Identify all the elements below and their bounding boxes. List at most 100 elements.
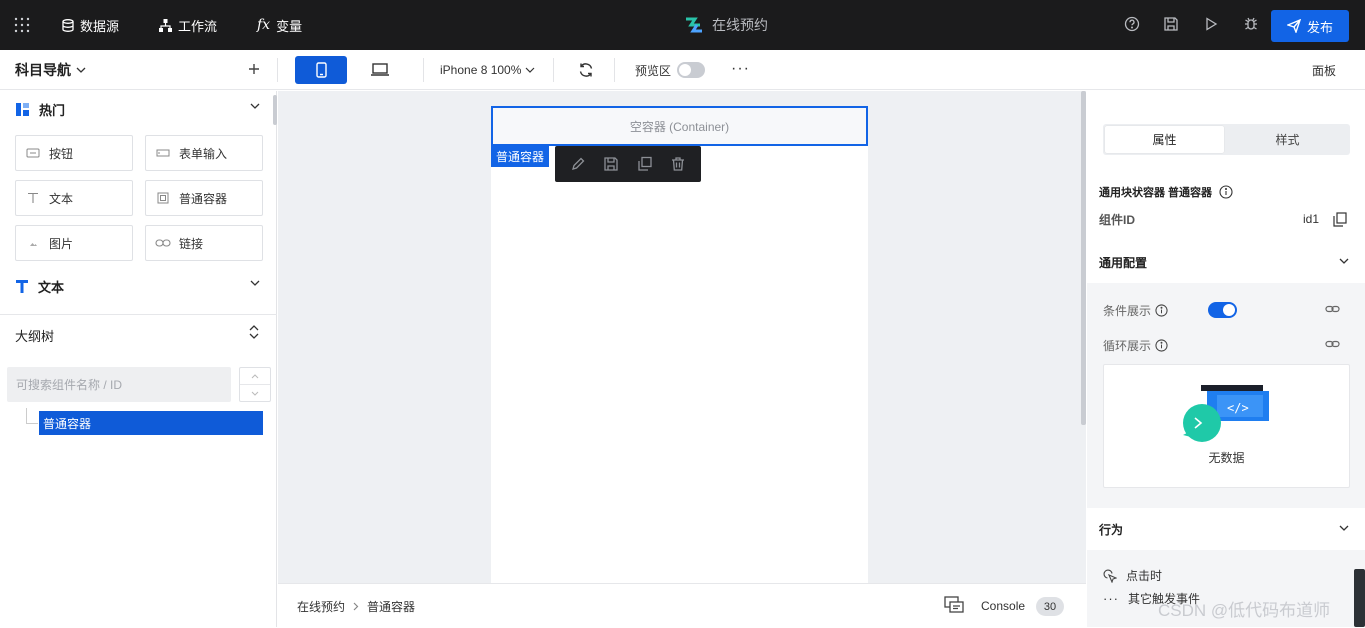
component-image[interactable]: 图片 bbox=[15, 225, 133, 261]
expand-collapse-icon[interactable] bbox=[249, 325, 259, 339]
variables-button[interactable]: fx 变量 bbox=[257, 0, 302, 50]
csdn-watermark: CSDN @低代码布道师 bbox=[1158, 601, 1331, 620]
text-icon bbox=[25, 190, 41, 206]
component-id-value: id1 bbox=[1303, 212, 1320, 226]
component-action-bar bbox=[555, 146, 701, 182]
toolbar-divider bbox=[423, 58, 424, 82]
preview-label: 预览区 bbox=[635, 63, 672, 78]
svg-text:</>: </> bbox=[1227, 401, 1249, 415]
app-title-text: 在线预约 bbox=[712, 17, 768, 33]
section-hot-header[interactable]: 热门 bbox=[0, 91, 276, 127]
click-icon bbox=[1103, 569, 1117, 583]
link-icon bbox=[155, 235, 171, 251]
function-icon: fx bbox=[257, 17, 271, 33]
chevron-right-icon bbox=[353, 602, 359, 611]
hot-icon bbox=[16, 102, 29, 116]
component-button[interactable]: 按钮 bbox=[15, 135, 133, 171]
breadcrumb-current[interactable]: 普通容器 bbox=[367, 598, 415, 615]
console-label[interactable]: Console bbox=[981, 584, 1025, 628]
event-on-click[interactable]: 点击时 bbox=[1103, 567, 1162, 584]
workflow-icon bbox=[159, 18, 172, 32]
info-icon[interactable] bbox=[1219, 185, 1233, 199]
component-label: 普通容器 bbox=[179, 191, 228, 206]
tab-properties[interactable]: 属性 bbox=[1105, 126, 1224, 153]
canvas-scrollbar[interactable] bbox=[1081, 91, 1086, 425]
left-sidebar bbox=[0, 91, 277, 627]
save-icon[interactable] bbox=[1163, 16, 1179, 32]
send-icon bbox=[1286, 19, 1301, 33]
bind-link-icon[interactable] bbox=[1325, 339, 1340, 349]
component-id-label: 组件ID bbox=[1099, 213, 1136, 227]
info-icon[interactable] bbox=[1155, 304, 1168, 317]
device-select[interactable]: iPhone 8 100% bbox=[440, 50, 535, 90]
panel-tabs: 属性 样式 bbox=[1103, 124, 1350, 155]
chevron-down-icon bbox=[250, 280, 260, 286]
toolbar-divider bbox=[553, 58, 554, 82]
mobile-device-button[interactable] bbox=[295, 56, 347, 84]
general-config-header[interactable]: 通用配置 bbox=[1099, 254, 1147, 271]
conditional-display-label: 条件展示 bbox=[1103, 304, 1152, 318]
variables-label: 变量 bbox=[276, 18, 303, 34]
chevron-down-icon bbox=[525, 67, 535, 73]
panel-button[interactable]: 面板 bbox=[1312, 50, 1336, 90]
selected-component-tag: 普通容器 bbox=[491, 146, 549, 167]
database-icon bbox=[62, 18, 74, 32]
bind-link-icon[interactable] bbox=[1325, 304, 1340, 314]
empty-data-illustration-icon: </> bbox=[1181, 385, 1275, 445]
publish-button[interactable]: 发布 bbox=[1271, 10, 1349, 42]
edit-pencil-icon[interactable] bbox=[570, 156, 586, 172]
component-label: 文本 bbox=[49, 191, 74, 206]
tree-stepper[interactable] bbox=[239, 367, 271, 402]
section-text-label: 文本 bbox=[38, 279, 65, 295]
apps-grid-icon[interactable] bbox=[14, 17, 30, 33]
event-on-click-label: 点击时 bbox=[1126, 569, 1163, 583]
chevron-down-icon[interactable] bbox=[1339, 525, 1349, 531]
bottom-bar: 在线预约 普通容器 Console 30 bbox=[278, 583, 1086, 627]
console-icon[interactable] bbox=[944, 596, 964, 614]
info-icon[interactable] bbox=[1155, 339, 1168, 352]
top-bar: 数据源 工作流 fx 变量 在线预约 发布 bbox=[0, 0, 1365, 50]
help-icon[interactable] bbox=[1124, 16, 1140, 32]
empty-state-text: 无数据 bbox=[1208, 451, 1245, 465]
component-form-input[interactable]: 表单输入 bbox=[145, 135, 263, 171]
image-icon bbox=[25, 235, 41, 251]
side-widget-edge[interactable] bbox=[1354, 569, 1365, 627]
preview-toggle[interactable] bbox=[677, 62, 706, 78]
play-icon[interactable] bbox=[1203, 16, 1219, 32]
workflow-button[interactable]: 工作流 bbox=[159, 0, 217, 50]
debug-bug-icon[interactable] bbox=[1243, 16, 1259, 32]
breadcrumb-root[interactable]: 在线预约 bbox=[297, 598, 345, 615]
datasource-button[interactable]: 数据源 bbox=[62, 0, 119, 50]
component-search-input[interactable] bbox=[7, 367, 231, 402]
section-text-header[interactable]: 文本 bbox=[0, 268, 276, 304]
component-container[interactable]: 普通容器 bbox=[145, 180, 263, 216]
desktop-icon[interactable] bbox=[370, 62, 390, 78]
text-section-icon bbox=[16, 279, 28, 293]
outline-tree-title: 大纲树 bbox=[15, 329, 55, 344]
tree-node-container[interactable]: 普通容器 bbox=[39, 411, 263, 435]
loop-display-label: 循环展示 bbox=[1103, 339, 1152, 353]
tab-style[interactable]: 样式 bbox=[1227, 126, 1348, 153]
add-page-icon[interactable] bbox=[246, 61, 262, 77]
page-selector[interactable]: 科目导航 bbox=[15, 50, 86, 90]
component-text[interactable]: 文本 bbox=[15, 180, 133, 216]
component-link[interactable]: 链接 bbox=[145, 225, 263, 261]
empty-container[interactable]: 空容器 (Container) bbox=[491, 106, 868, 146]
delete-trash-icon[interactable] bbox=[670, 156, 686, 172]
copy-icon[interactable] bbox=[637, 156, 653, 172]
more-options-icon[interactable]: ··· bbox=[731, 60, 750, 78]
save-icon[interactable] bbox=[603, 156, 619, 172]
component-type-text: 通用块状容器 普通容器 bbox=[1099, 187, 1213, 199]
copy-icon[interactable] bbox=[1333, 212, 1347, 227]
toolbar-divider bbox=[614, 58, 615, 82]
chevron-up-icon[interactable] bbox=[240, 368, 270, 385]
conditional-display-toggle[interactable] bbox=[1208, 302, 1237, 318]
behavior-header[interactable]: 行为 bbox=[1099, 521, 1123, 538]
component-label: 表单输入 bbox=[179, 146, 228, 161]
refresh-icon[interactable] bbox=[578, 62, 594, 78]
chevron-down-icon bbox=[250, 103, 260, 109]
chevron-down-icon[interactable] bbox=[240, 385, 270, 402]
button-icon bbox=[25, 145, 41, 161]
chevron-down-icon[interactable] bbox=[1339, 258, 1349, 264]
breadcrumb: 在线预约 普通容器 bbox=[297, 584, 415, 628]
